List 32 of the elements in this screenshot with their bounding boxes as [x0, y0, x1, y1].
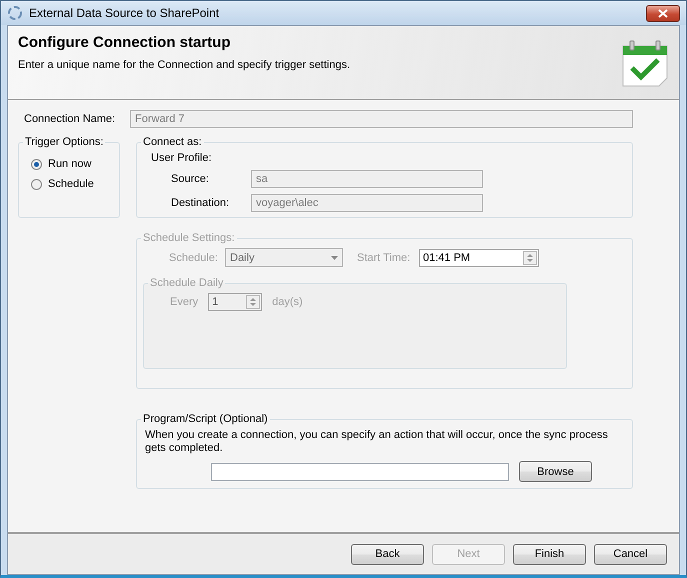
dropdown-arrow-icon [331, 256, 338, 260]
group-title: Program/Script (Optional) [142, 413, 269, 425]
wizard-button[interactable]: Finish [513, 544, 586, 564]
radio-option[interactable]: Run now [31, 158, 111, 170]
close-button[interactable] [646, 4, 680, 22]
group-title: Schedule Daily [149, 277, 224, 289]
group-title: Trigger Options: [24, 136, 104, 148]
unit-label: day(s) [272, 296, 303, 308]
close-icon [658, 8, 668, 18]
text-field[interactable]: sa [251, 170, 483, 188]
page-title: Configure Connection startup [18, 34, 232, 51]
page-subtitle: Enter a unique name for the Connection and specify trigger settings. [18, 59, 352, 71]
spin-arrows-icon[interactable] [246, 295, 260, 309]
wizard-button[interactable]: Back [351, 544, 424, 564]
script-path-field[interactable] [211, 462, 509, 480]
field-label: Start Time: [357, 252, 412, 264]
description-text: When you create a connection, you can specify an action that will occur, once the sync process gets completed. [145, 429, 609, 455]
group-title: Connect as: [142, 136, 203, 148]
field-label: Destination: [171, 197, 230, 209]
radio-option[interactable]: Schedule [31, 178, 111, 190]
wizard-button[interactable]: Cancel [594, 544, 667, 564]
field-label: Schedule: [169, 252, 219, 264]
group-title: Schedule Settings: [142, 232, 236, 244]
field-label: Connection Name: [23, 113, 116, 125]
field-label: Source: [171, 173, 210, 185]
user-profile-label: User Profile: [151, 152, 213, 164]
text-field[interactable]: voyager\alec [251, 194, 483, 212]
app-icon [7, 5, 23, 21]
browse-button[interactable]: Browse [519, 461, 592, 482]
calendar-check-icon [621, 38, 669, 88]
field-label: Every [170, 296, 198, 308]
window-title: External Data Source to SharePoint [29, 6, 220, 20]
